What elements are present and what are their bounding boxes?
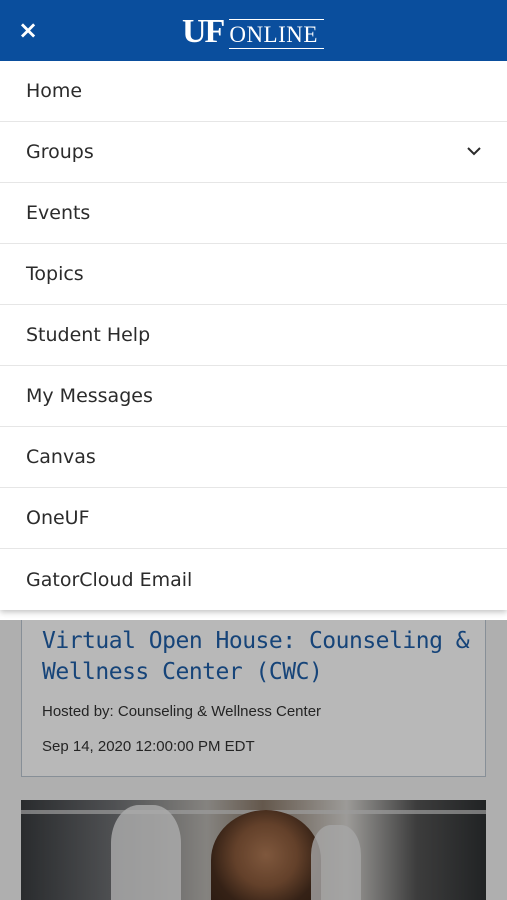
menu-item-label: Events [26, 202, 91, 224]
menu-item-label: OneUF [26, 507, 90, 529]
logo-top-rule [229, 19, 325, 20]
menu-item-label: Groups [26, 141, 94, 163]
menu-item-label: Topics [26, 263, 84, 285]
menu-item-student-help[interactable]: Student Help [0, 305, 507, 366]
menu-item-canvas[interactable]: Canvas [0, 427, 507, 488]
menu-item-gatorcloud-email[interactable]: GatorCloud Email [0, 549, 507, 610]
close-menu-button[interactable]: × [14, 16, 42, 44]
menu-item-oneuf[interactable]: OneUF [0, 488, 507, 549]
menu-overlay-backdrop[interactable] [0, 620, 507, 900]
uf-online-logo[interactable]: UF ONLINE [182, 13, 325, 50]
menu-item-groups[interactable]: Groups [0, 122, 507, 183]
logo-online-text: ONLINE [229, 23, 325, 49]
menu-item-label: My Messages [26, 385, 153, 407]
menu-item-events[interactable]: Events [0, 183, 507, 244]
menu-item-label: Student Help [26, 324, 151, 346]
menu-item-topics[interactable]: Topics [0, 244, 507, 305]
navigation-menu: Home Groups Events Topics Student Help M… [0, 61, 507, 610]
menu-item-home[interactable]: Home [0, 61, 507, 122]
menu-item-label: Canvas [26, 446, 96, 468]
menu-item-label: Home [26, 80, 83, 102]
logo-uf-text: UF [182, 13, 225, 50]
menu-item-my-messages[interactable]: My Messages [0, 366, 507, 427]
menu-item-label: GatorCloud Email [26, 568, 193, 591]
chevron-down-icon[interactable] [465, 142, 483, 160]
app-header: × UF ONLINE [0, 0, 507, 61]
close-icon: × [17, 16, 39, 44]
